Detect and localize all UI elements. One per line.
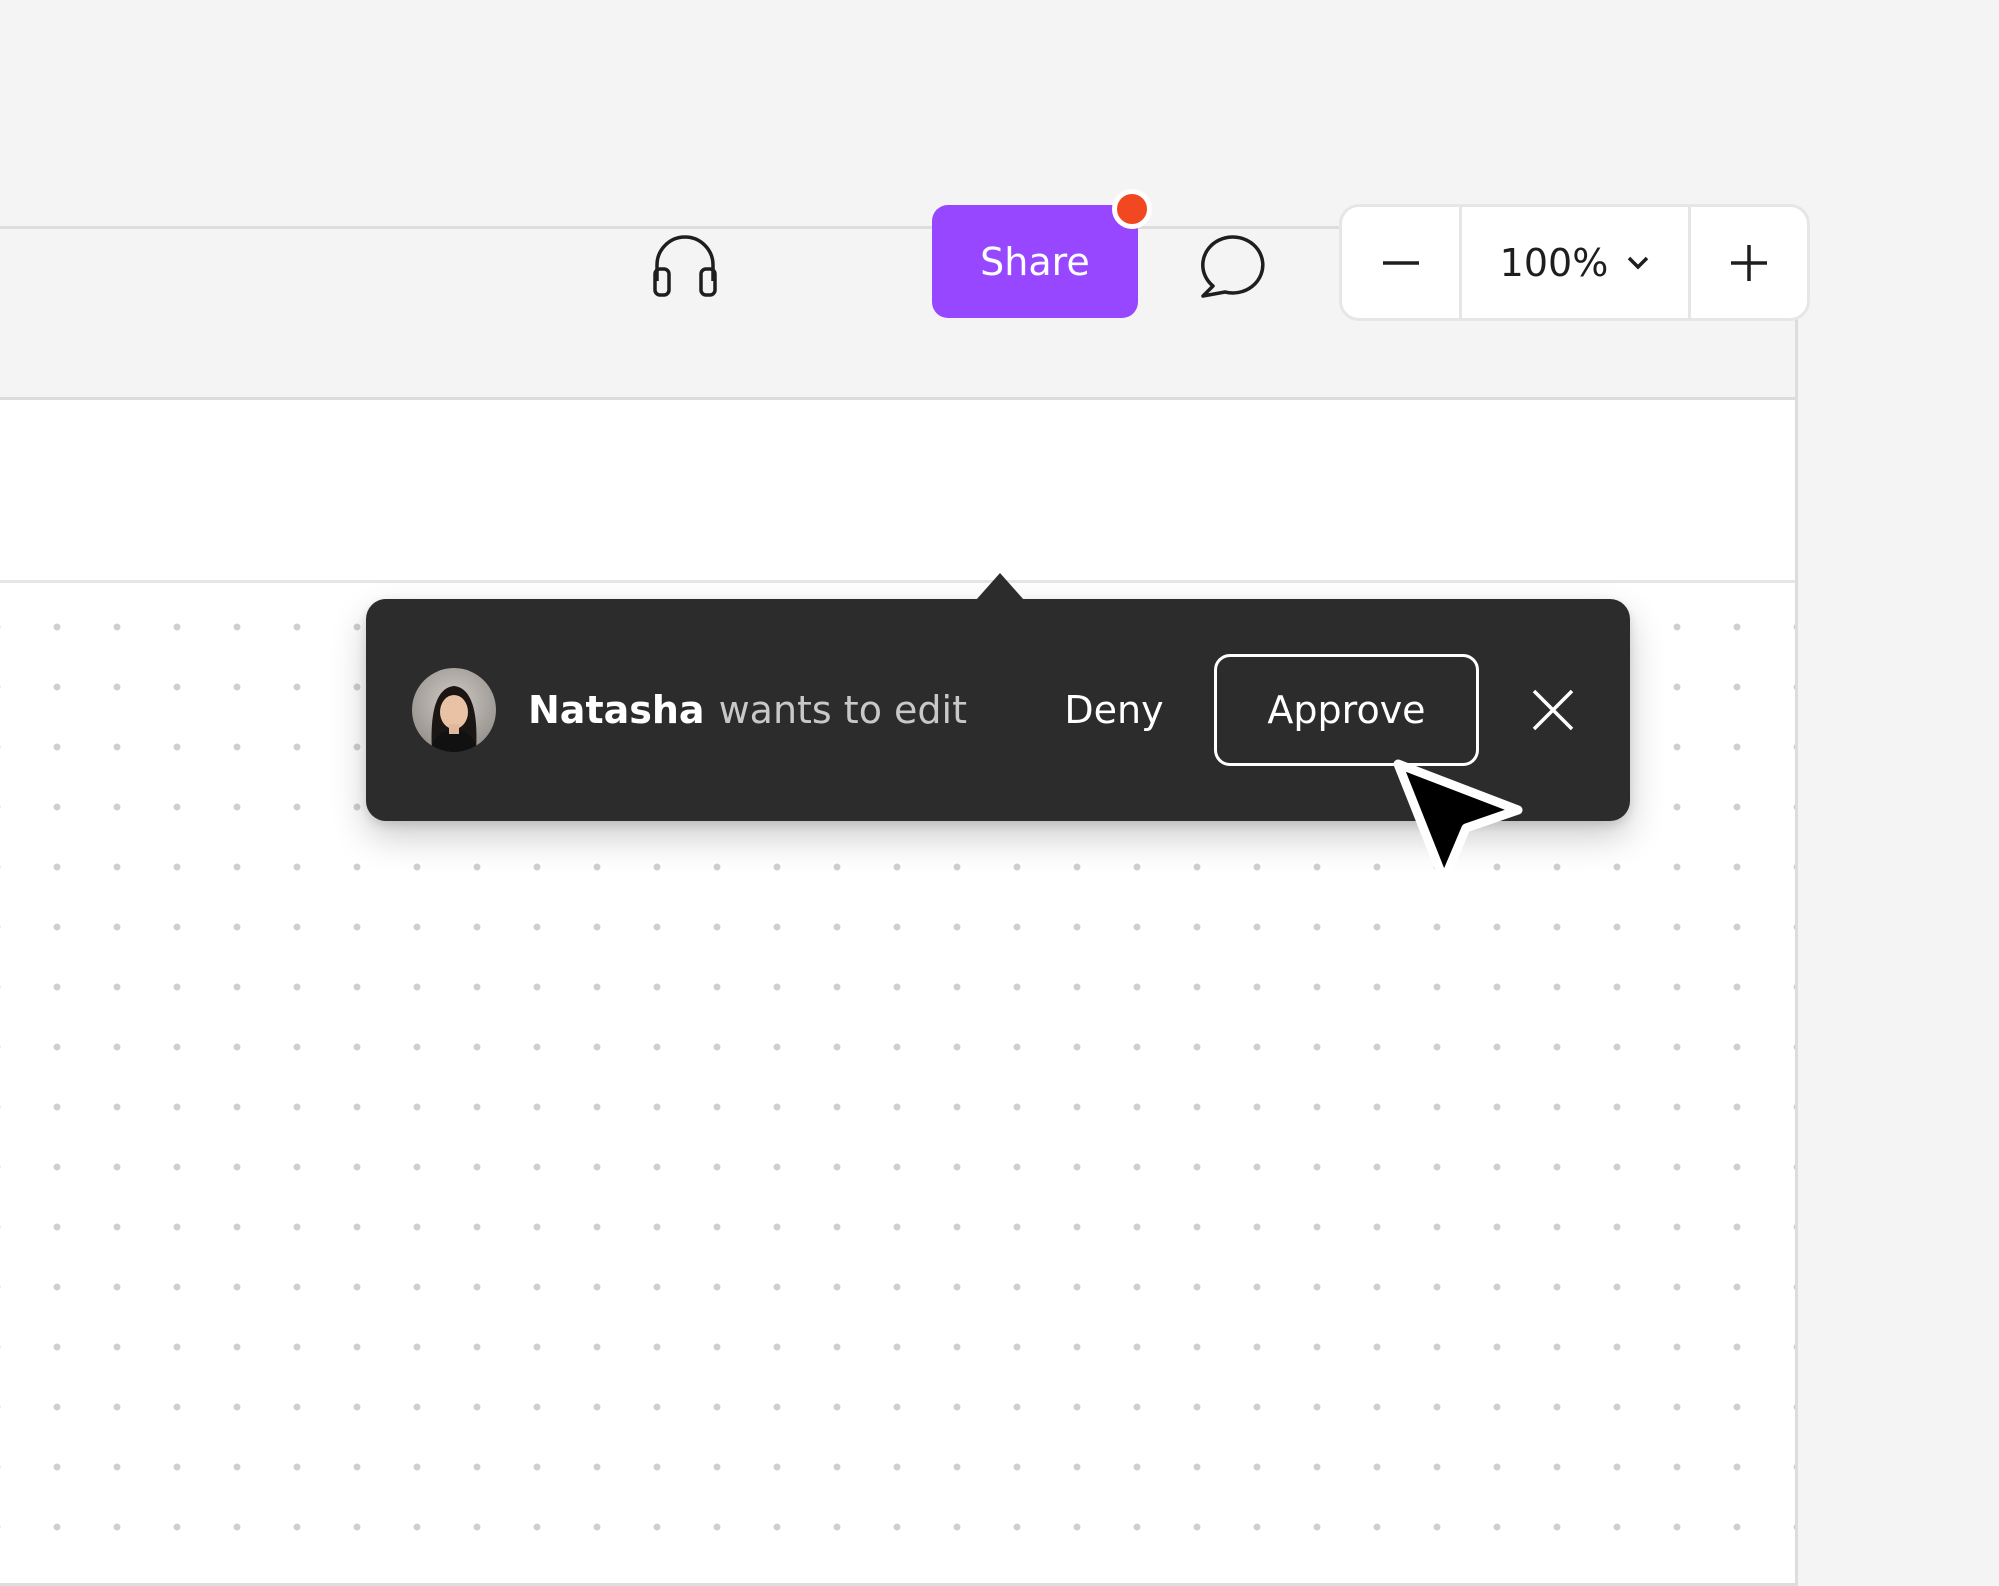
zoom-level-dropdown[interactable]: 100%	[1462, 207, 1691, 318]
app-window	[0, 226, 1798, 1586]
mouse-cursor-icon	[1386, 750, 1526, 890]
zoom-in-icon	[1731, 244, 1767, 281]
close-icon	[1532, 689, 1574, 731]
notification-dot	[1112, 189, 1152, 229]
zoom-level-value: 100%	[1499, 240, 1609, 285]
request-text: wants to edit	[718, 688, 967, 732]
headphones-icon[interactable]	[649, 229, 721, 301]
popover-arrow	[976, 573, 1024, 600]
zoom-controls: 100%	[1339, 204, 1810, 321]
avatar	[412, 668, 496, 752]
zoom-in-button[interactable]	[1691, 207, 1807, 318]
share-button[interactable]: Share	[932, 205, 1138, 318]
zoom-out-button[interactable]	[1342, 207, 1462, 318]
request-message: Natasha wants to edit	[528, 683, 967, 737]
zoom-out-icon	[1382, 260, 1419, 265]
requester-name: Natasha	[528, 688, 705, 732]
deny-button[interactable]: Deny	[1052, 677, 1176, 743]
close-button[interactable]	[1528, 685, 1578, 735]
comment-icon[interactable]	[1195, 226, 1273, 304]
chevron-down-icon	[1628, 256, 1649, 269]
share-control: Share	[932, 189, 1152, 318]
toolbar	[0, 400, 1795, 583]
